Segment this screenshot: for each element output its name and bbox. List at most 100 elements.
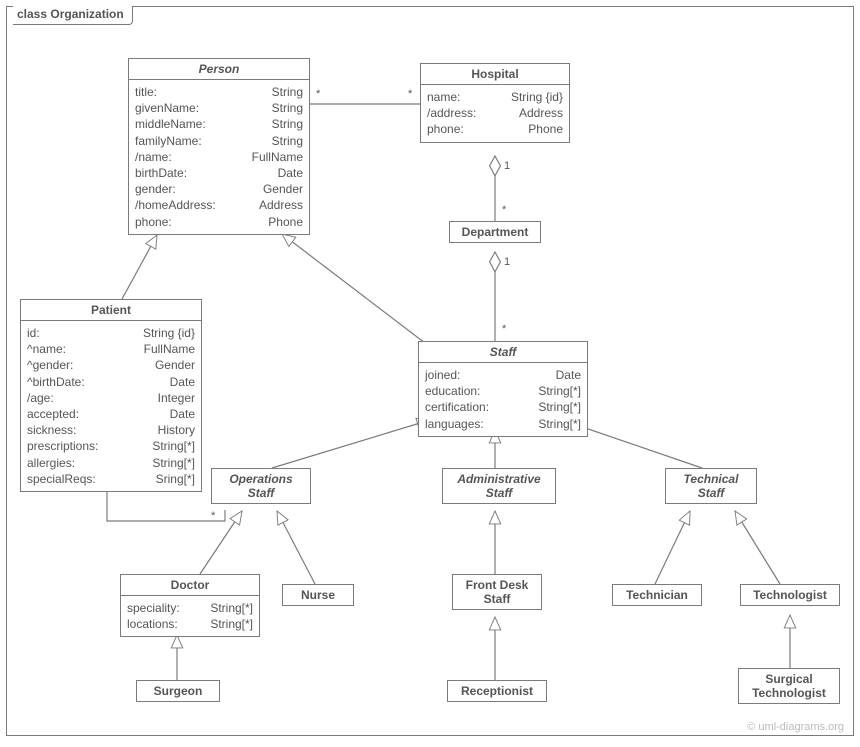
class-title: Technical Staff: [666, 469, 756, 503]
attribute-type: Phone: [528, 121, 563, 137]
attribute-name: locations:: [127, 616, 178, 632]
class-title: Technician: [613, 585, 701, 605]
attribute-name: ^name:: [27, 341, 66, 357]
class-title: Staff: [419, 342, 587, 363]
attribute-name: accepted:: [27, 406, 79, 422]
label: Surgical: [765, 672, 812, 686]
mult-dept-staff-top: 1: [504, 256, 510, 268]
attribute-name: /name:: [135, 149, 172, 165]
attribute-type: String: [272, 116, 303, 132]
class-attrs: id: String {id} ^name: FullName ^gender: Gend…: [21, 321, 201, 491]
attribute-type: FullName: [252, 149, 303, 165]
attribute-name: education:: [425, 383, 480, 399]
label: Front Desk: [466, 578, 529, 592]
class-title: Technologist: [741, 585, 839, 605]
frame-title: class Organization: [13, 6, 133, 25]
attribute-row: id: String {id}: [27, 325, 195, 341]
mult-person-hospital-r: *: [408, 88, 412, 100]
class-operations-staff: Operations Staff: [211, 468, 311, 504]
attribute-row: education:String[*]: [425, 383, 581, 399]
attribute-row: certification:String[*]: [425, 399, 581, 415]
mult-hosp-dept-top: 1: [504, 160, 510, 172]
attribute-row: ^birthDate:Date: [27, 374, 195, 390]
attribute-name: middleName:: [135, 116, 206, 132]
attribute-row: /homeAddress: Address: [135, 197, 303, 213]
class-attrs: joined:Dateeducation:String[*]certificat…: [419, 363, 587, 436]
class-title: Patient: [21, 300, 201, 321]
attribute-row: allergies:String[*]: [27, 455, 195, 471]
class-surgical-technologist: Surgical Technologist: [738, 668, 840, 704]
attribute-type: Phone: [268, 214, 303, 230]
attribute-name: name:: [427, 89, 460, 105]
attribute-name: sickness:: [27, 422, 76, 438]
attribute-row: phone:Phone: [427, 121, 563, 137]
class-surgeon: Surgeon: [136, 680, 220, 702]
attribute-name: id:: [27, 325, 40, 341]
attribute-type: String {id}: [143, 325, 195, 341]
attribute-name: speciality:: [127, 600, 180, 616]
class-title: Doctor: [121, 575, 259, 596]
class-title: Receptionist: [448, 681, 546, 701]
class-technical-staff: Technical Staff: [665, 468, 757, 504]
label: Operations: [229, 472, 292, 486]
attribute-name: ^gender:: [27, 357, 73, 373]
attribute-type: String: [272, 133, 303, 149]
attribute-row: gender: Gender: [135, 181, 303, 197]
attribute-row: /address: Address: [427, 105, 563, 121]
attribute-row: accepted:Date: [27, 406, 195, 422]
attribute-name: title:: [135, 84, 157, 100]
attribute-type: String[*]: [538, 416, 581, 432]
attribute-type: String[*]: [152, 438, 195, 454]
attribute-name: familyName:: [135, 133, 202, 149]
class-title: Department: [450, 222, 540, 242]
attribute-row: middleName: String: [135, 116, 303, 132]
attribute-row: familyName: String: [135, 133, 303, 149]
attribute-row: prescriptions:String[*]: [27, 438, 195, 454]
attribute-row: speciality:String[*]: [127, 600, 253, 616]
class-technologist: Technologist: [740, 584, 840, 606]
attribute-row: sickness:History: [27, 422, 195, 438]
attribute-type: Address: [519, 105, 563, 121]
class-title: Front Desk Staff: [453, 575, 541, 609]
attribute-name: givenName:: [135, 100, 199, 116]
mult-patient-ops-r: *: [211, 510, 215, 522]
attribute-name: /homeAddress:: [135, 197, 216, 213]
class-title: Administrative Staff: [443, 469, 555, 503]
attribute-type: Gender: [263, 181, 303, 197]
attribute-type: Integer: [158, 390, 195, 406]
mult-person-hospital-l: *: [316, 88, 320, 100]
attribute-type: String: [272, 84, 303, 100]
class-title: Surgeon: [137, 681, 219, 701]
class-attrs: speciality:String[*]locations:String[*]: [121, 596, 259, 636]
attribute-type: String: [272, 100, 303, 116]
class-nurse: Nurse: [282, 584, 354, 606]
mult-dept-staff-bot: *: [502, 323, 506, 335]
attribute-row: specialReqs:Sring[*]: [27, 471, 195, 487]
attribute-name: ^birthDate:: [27, 374, 85, 390]
attribute-type: FullName: [144, 341, 195, 357]
attribute-name: /age:: [27, 390, 54, 406]
label: Staff: [484, 592, 511, 606]
label: Administrative: [457, 472, 540, 486]
label: Technologist: [752, 686, 826, 700]
attribute-type: Address: [259, 197, 303, 213]
attribute-type: Gender: [155, 357, 195, 373]
class-attrs: name:String {id}/address: Addressphone:Ph…: [421, 85, 569, 142]
attribute-row: name:String {id}: [427, 89, 563, 105]
attribute-name: joined:: [425, 367, 460, 383]
class-staff: Staff joined:Dateeducation:String[*]cert…: [418, 341, 588, 437]
attribute-name: certification:: [425, 399, 489, 415]
attribute-row: givenName: String: [135, 100, 303, 116]
attribute-name: /address:: [427, 105, 476, 121]
attribute-row: ^name: FullName: [27, 341, 195, 357]
class-front-desk-staff: Front Desk Staff: [452, 574, 542, 610]
class-title: Person: [129, 59, 309, 80]
attribute-name: allergies:: [27, 455, 75, 471]
attribute-row: ^gender: Gender: [27, 357, 195, 373]
attribute-row: /age: Integer: [27, 390, 195, 406]
attribute-name: gender:: [135, 181, 176, 197]
class-title: Surgical Technologist: [739, 669, 839, 703]
attribute-row: /name: FullName: [135, 149, 303, 165]
attribute-name: specialReqs:: [27, 471, 96, 487]
class-title: Operations Staff: [212, 469, 310, 503]
